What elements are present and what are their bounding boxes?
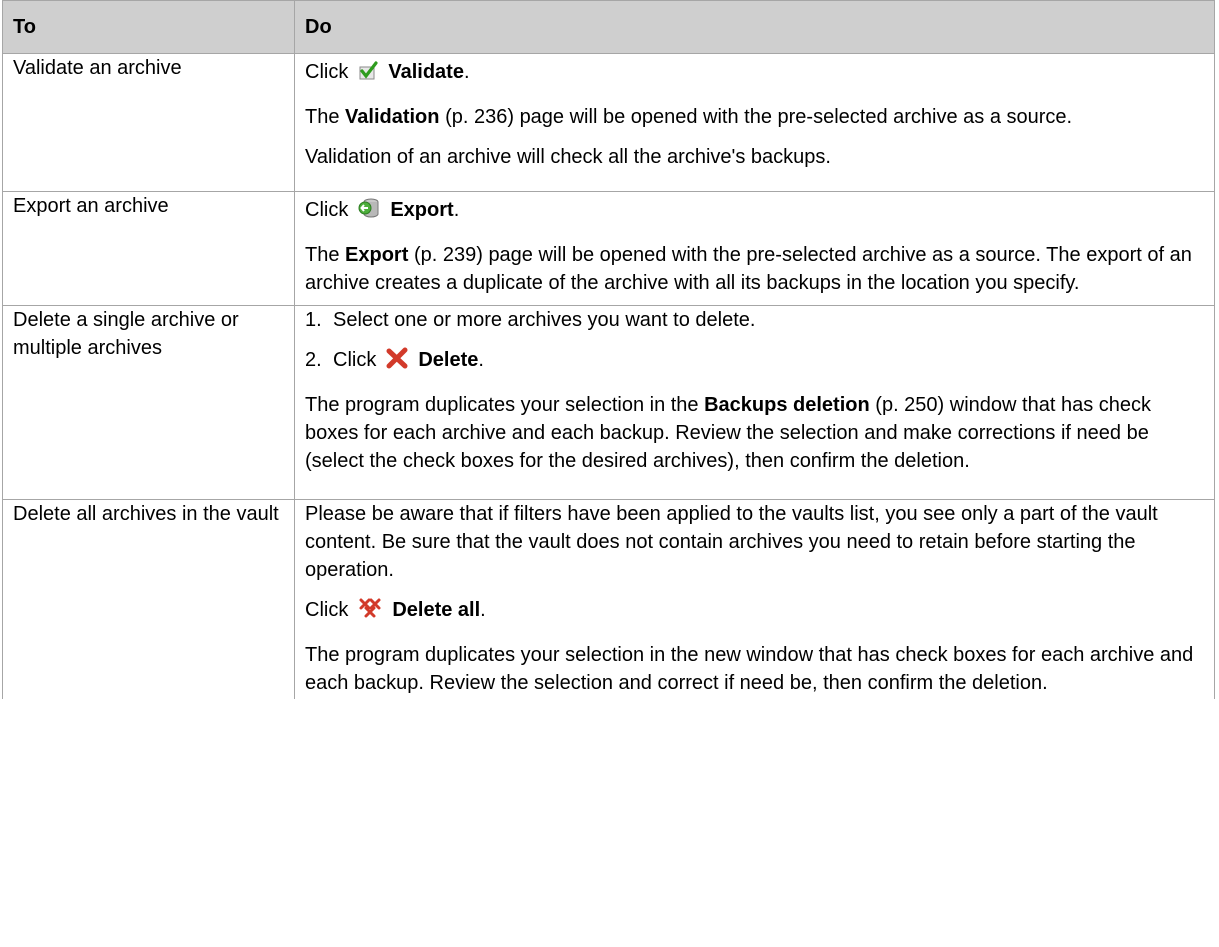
export-button-label: Export [390,199,454,221]
table-row-export: Export an archive Click Export. The Expor… [2,191,1215,306]
step-2: 2. Click Delete. [305,346,1204,377]
delete-all-button-label: Delete all [392,599,481,621]
description-paragraph: Validation of an archive will check all … [305,146,831,168]
description-cell: 1. Select one or more archives you want t… [294,305,1215,500]
click-instruction: Click Export. [305,196,1204,227]
action-cell: Delete a single archive or multiple arch… [2,305,295,500]
table-row-delete: Delete a single archive or multiple arch… [2,305,1215,500]
description-paragraph: The Export (p. 239) page will be opened … [305,244,1192,294]
description-cell: Click Validate. The Validation (p. 236) p… [294,53,1215,192]
click-instruction: Click Validate. [305,58,1204,89]
delete-all-icon [358,597,382,627]
description-paragraph: The program duplicates your selection in… [305,394,1152,472]
header-do: Do [294,0,1215,54]
delete-button-label: Delete [418,349,479,371]
action-cell: Export an archive [2,191,295,306]
action-cell: Validate an archive [2,53,295,192]
delete-x-icon [386,347,408,377]
validate-checkmark-icon [358,61,378,89]
export-database-icon [358,197,380,227]
table-row-delete-all: Delete all archives in the vault Please … [2,499,1215,699]
description-cell: Click Export. The Export (p. 239) page wi… [294,191,1215,306]
warning-paragraph: Please be aware that if filters have bee… [305,503,1158,581]
validate-button-label: Validate [388,61,464,83]
table-header-row: To Do [2,0,1215,54]
description-paragraph: The program duplicates your selection in… [305,644,1194,694]
actions-table: To Do Validate an archive Click Validate.… [2,0,1215,699]
action-cell: Delete all archives in the vault [2,499,295,699]
click-instruction: Click Delete all. [305,596,1204,627]
table-row-validate: Validate an archive Click Validate. The V… [2,53,1215,192]
description-cell: Please be aware that if filters have bee… [294,499,1215,699]
header-to: To [2,0,295,54]
description-paragraph: The Validation (p. 236) page will be ope… [305,106,1073,128]
step-1: 1. Select one or more archives you want t… [305,309,756,331]
